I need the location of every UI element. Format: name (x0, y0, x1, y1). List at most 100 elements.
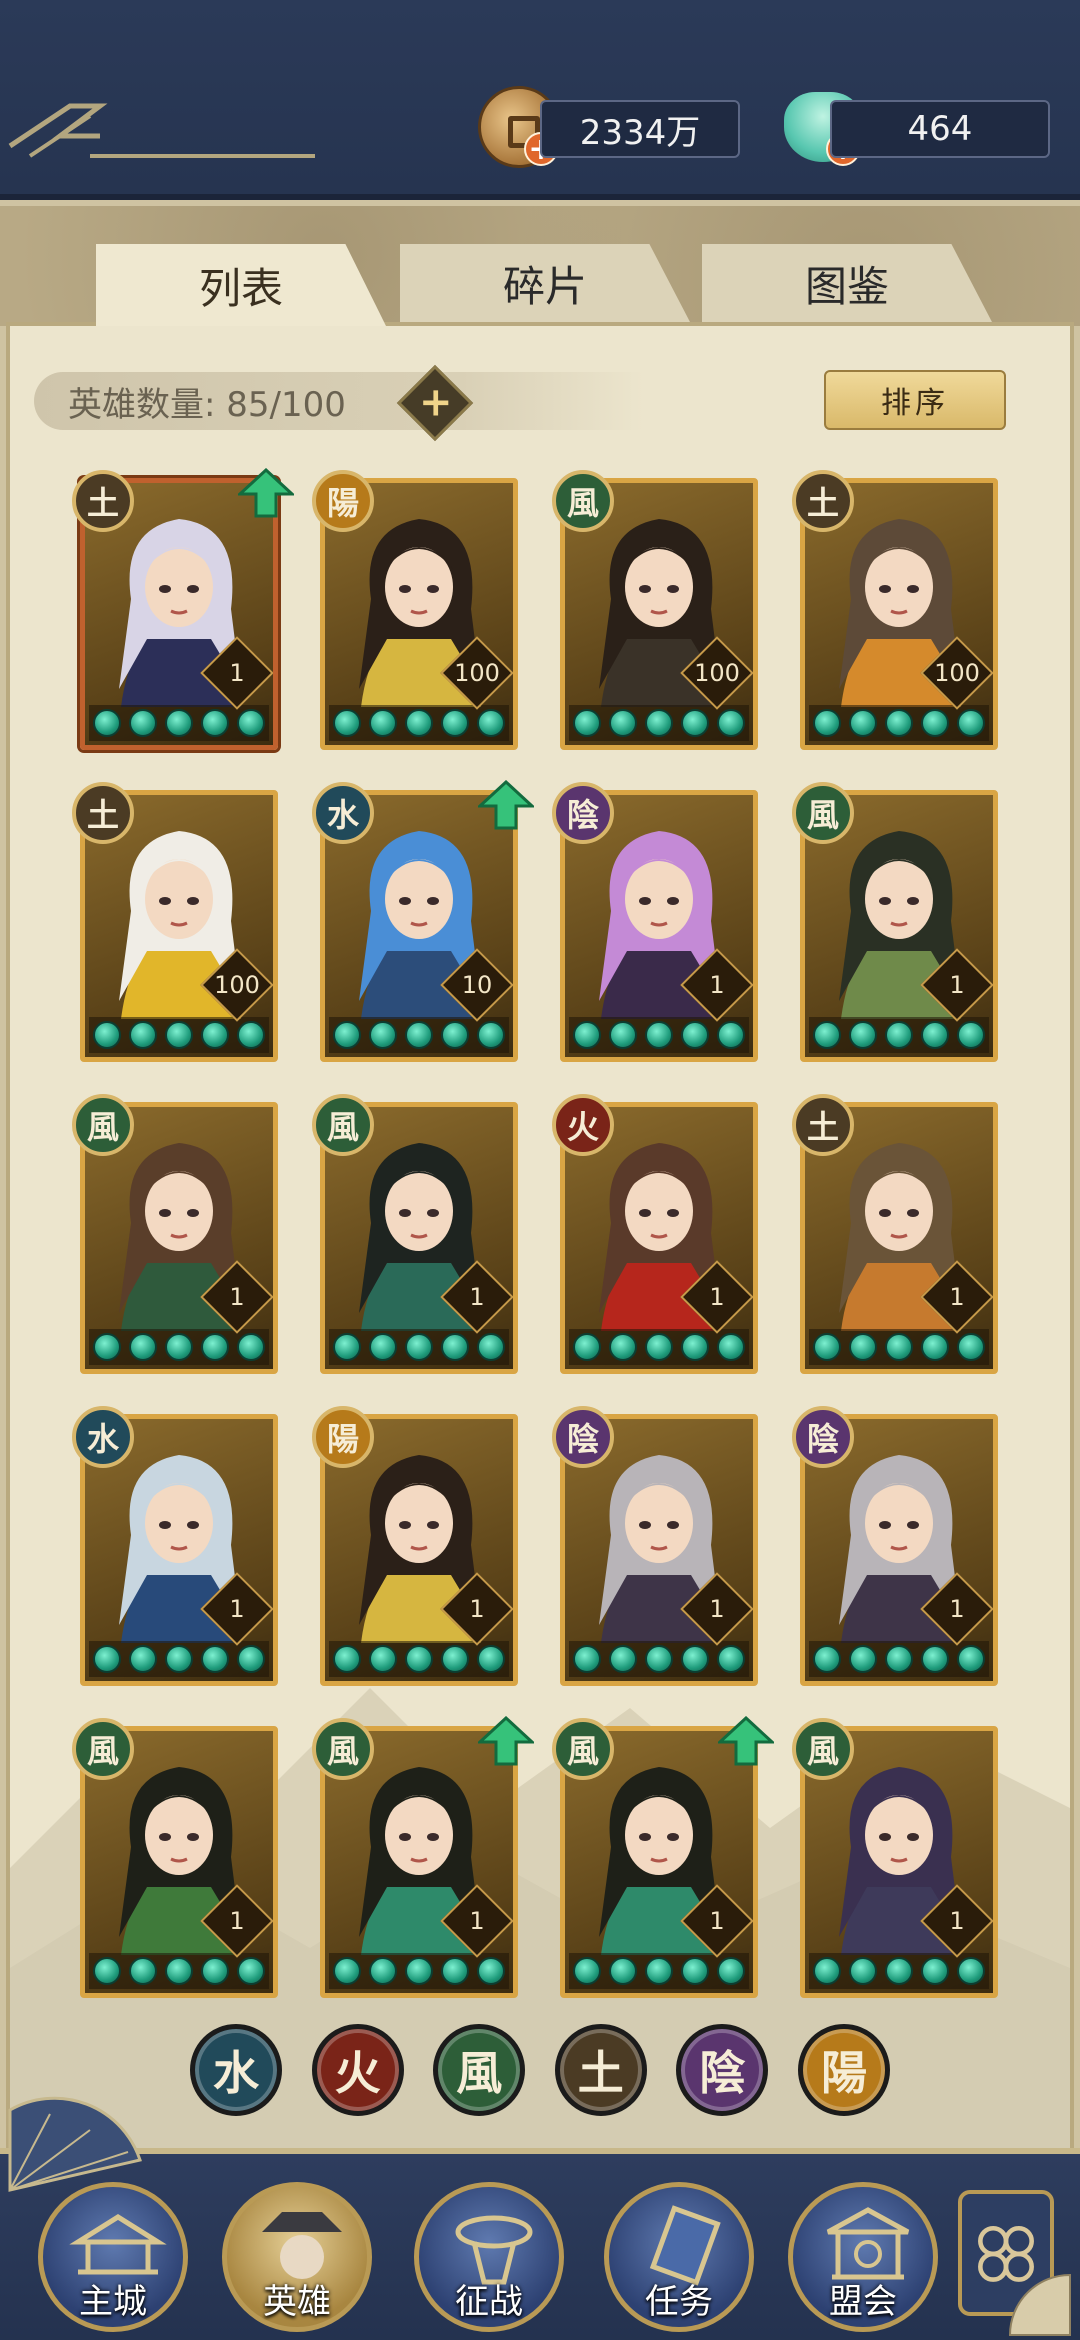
fan-ornament-right (1008, 2273, 1071, 2336)
hero-level: 1 (709, 1595, 725, 1623)
hero-level: 100 (214, 971, 260, 999)
element-badge-wind: 風 (792, 782, 854, 844)
star-beads (809, 1641, 989, 1677)
jade-bead-icon (405, 1645, 433, 1673)
element-badge-fire: 火 (552, 1094, 614, 1156)
jade-bead-icon (849, 1645, 877, 1673)
nav-battle[interactable]: 征战 (414, 2182, 564, 2332)
filter-yang-button[interactable]: 陽 (797, 2024, 890, 2116)
jade-bead-icon (813, 709, 841, 737)
hero-card[interactable]: 1土 (792, 1094, 998, 1374)
star-beads (569, 1641, 749, 1677)
jade-bead-icon (573, 1021, 601, 1049)
element-badge-earth: 土 (792, 1094, 854, 1156)
element-badge-wind: 風 (312, 1094, 374, 1156)
hero-card[interactable]: 100 陽 (312, 470, 518, 750)
hero-level: 1 (949, 1907, 965, 1935)
hero-card[interactable]: 1火 (552, 1094, 758, 1374)
nav-city[interactable]: 主城 (38, 2182, 188, 2332)
hero-level: 1 (229, 1595, 245, 1623)
jade-bead-icon (921, 1021, 949, 1049)
upgrade-arrow-icon (238, 468, 294, 518)
nav-tasks[interactable]: 任务 (604, 2182, 754, 2332)
hero-level: 1 (949, 1595, 965, 1623)
hero-card[interactable]: 1風 (792, 1718, 998, 1998)
hero-card[interactable]: 100 土 (792, 470, 998, 750)
jade-bead-icon (957, 1957, 985, 1985)
hero-level: 1 (229, 1907, 245, 1935)
star-beads (329, 705, 509, 741)
jade-bead-icon (477, 709, 505, 737)
filter-earth-button[interactable]: 土 (554, 2024, 647, 2116)
jade-bead-icon (165, 1957, 193, 1985)
jade-bead-icon (957, 1333, 985, 1361)
hero-card[interactable]: 1土 (72, 468, 294, 750)
jade-bead-icon (93, 1645, 121, 1673)
nav-guild[interactable]: 盟会 (788, 2182, 938, 2332)
jade-bead-icon (717, 1333, 745, 1361)
hero-card[interactable]: 1風 (552, 1716, 774, 1998)
element-badge-wind: 風 (72, 1094, 134, 1156)
jade-bead-icon (609, 709, 637, 737)
hero-level: 10 (461, 971, 493, 999)
hero-card[interactable]: 1風 (312, 1094, 518, 1374)
hero-card[interactable]: 1陰 (792, 1406, 998, 1686)
jade-bead-icon (885, 709, 913, 737)
jade-bead-icon (165, 709, 193, 737)
star-beads (329, 1641, 509, 1677)
filter-fire-button[interactable]: 火 (311, 2024, 404, 2116)
hero-count: 英雄数量: 85/100 (34, 372, 644, 430)
filter-water-button[interactable]: 水 (190, 2024, 282, 2116)
tab-fragments[interactable]: 碎片 (400, 244, 690, 322)
hero-card[interactable]: 1風 (72, 1718, 278, 1998)
jade-bead-icon (405, 709, 433, 737)
element-badge-earth: 土 (792, 470, 854, 532)
hero-card[interactable]: 1陰 (552, 1406, 758, 1686)
hero-level: 1 (709, 971, 725, 999)
jade-bead-icon (957, 1021, 985, 1049)
filter-wind-button[interactable]: 風 (433, 2024, 526, 2116)
hero-card[interactable]: 100 風 (552, 470, 758, 750)
hero-card[interactable]: 10 水 (312, 780, 534, 1062)
sort-button[interactable]: 排序 (824, 370, 1006, 430)
element-badge-wind: 風 (312, 1718, 374, 1780)
nav-label: 盟会 (829, 2282, 897, 2322)
jade-bead-icon (93, 1333, 121, 1361)
nav-heroes[interactable]: 英雄 (222, 2182, 372, 2332)
hero-level: 100 (934, 659, 980, 687)
hero-card[interactable]: 1風 (792, 782, 998, 1062)
jade-bead-icon (681, 1333, 709, 1361)
star-beads (329, 1017, 509, 1053)
jade-bead-icon (165, 1333, 193, 1361)
star-beads (569, 1953, 749, 1989)
filter-yin-button[interactable]: 陰 (676, 2024, 769, 2116)
jade-bead-icon (717, 1957, 745, 1985)
hero-card[interactable]: 1風 (72, 1094, 278, 1374)
hero-level: 1 (469, 1283, 485, 1311)
upgrade-arrow-icon (478, 1716, 534, 1766)
tab-codex[interactable]: 图鉴 (702, 244, 992, 322)
jade-bead-icon (849, 1333, 877, 1361)
tab-list[interactable]: 列表 (96, 244, 386, 326)
upgrade-arrow-icon (718, 1716, 774, 1766)
jade-bead-icon (609, 1645, 637, 1673)
hero-card[interactable]: 1風 (312, 1716, 534, 1998)
jade-bead-icon (237, 1021, 265, 1049)
jade-bead-icon (201, 1021, 229, 1049)
nav-label: 主城 (79, 2282, 147, 2322)
jade-bead-icon (849, 709, 877, 737)
jade-bead-icon (477, 1957, 505, 1985)
hero-card[interactable]: 1水 (72, 1406, 278, 1686)
jade-bead-icon (165, 1021, 193, 1049)
hero-level: 1 (229, 659, 245, 687)
jade-bead-icon (369, 1333, 397, 1361)
jade-bead-icon (441, 1957, 469, 1985)
hero-card[interactable]: 1陰 (552, 782, 758, 1062)
hero-card[interactable]: 100 土 (72, 782, 278, 1062)
jade-bead-icon (477, 1333, 505, 1361)
element-badge-earth: 土 (72, 470, 134, 532)
element-badge-earth: 土 (72, 782, 134, 844)
jade-bead-icon (573, 709, 601, 737)
top-resource-bar: + 2334万 + 464 (0, 0, 1080, 200)
hero-card[interactable]: 1陽 (312, 1406, 518, 1686)
